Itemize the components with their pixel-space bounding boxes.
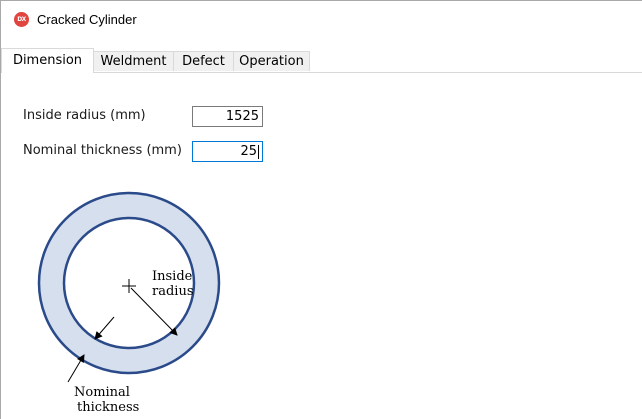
tab-dimension[interactable]: Dimension bbox=[1, 48, 94, 73]
tab-weldment[interactable]: Weldment bbox=[93, 51, 174, 71]
inside-radius-label: Inside radius (mm) bbox=[23, 108, 146, 123]
text-caret bbox=[258, 144, 259, 159]
cracked-cylinder-window: DX Cracked Cylinder Dimension Weldment D… bbox=[0, 0, 642, 419]
title-bar[interactable]: DX Cracked Cylinder bbox=[1, 1, 642, 38]
nominal-thickness-value: 25 bbox=[240, 144, 257, 159]
window-title: Cracked Cylinder bbox=[37, 12, 137, 27]
dimension-panel: Inside radius (mm) 1525 Nominal thicknes… bbox=[1, 73, 642, 419]
tab-defect[interactable]: Defect bbox=[173, 51, 234, 71]
app-logo-icon: DX bbox=[14, 12, 29, 27]
inside-radius-caption-line2: radius bbox=[152, 284, 194, 299]
thickness-caption-line1: Nominal bbox=[74, 385, 130, 400]
tab-strip: Dimension Weldment Defect Operation bbox=[1, 48, 642, 73]
inside-radius-value: 1525 bbox=[225, 109, 259, 124]
app-logo-text: DX bbox=[17, 16, 26, 23]
nominal-thickness-input[interactable]: 25 bbox=[192, 141, 263, 162]
thickness-arrow-outer bbox=[67, 354, 85, 383]
cylinder-diagram: Inside radius Nominal thickness bbox=[37, 191, 221, 415]
tab-operation[interactable]: Operation bbox=[233, 51, 310, 71]
inside-radius-caption-line1: Inside bbox=[152, 269, 193, 284]
thickness-caption-line2: thickness bbox=[77, 400, 139, 415]
nominal-thickness-label: Nominal thickness (mm) bbox=[23, 143, 182, 158]
inside-radius-input[interactable]: 1525 bbox=[192, 106, 263, 127]
